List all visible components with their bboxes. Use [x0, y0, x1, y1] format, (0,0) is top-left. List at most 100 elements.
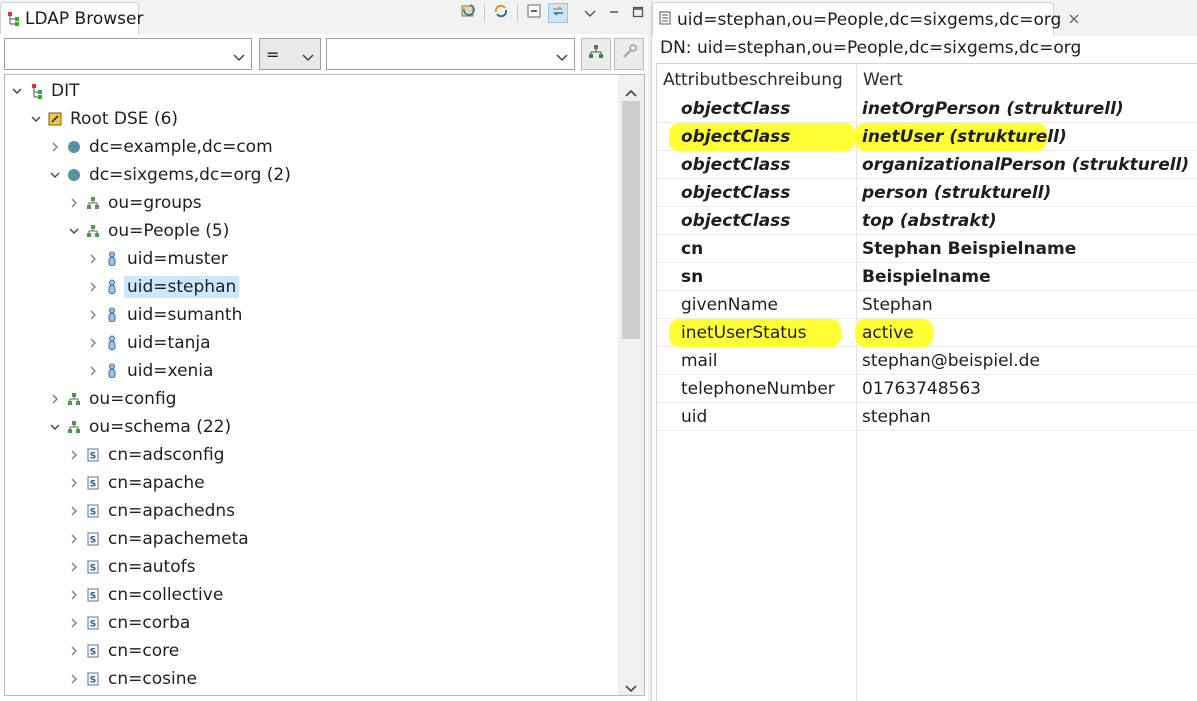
attribute-row[interactable]: objectClass inetUser (strukturell): [657, 123, 1197, 151]
scroll-up-icon[interactable]: [625, 83, 637, 97]
tree-node[interactable]: DIT: [11, 77, 83, 105]
attribute-row[interactable]: telephoneNumber 01763748563: [657, 375, 1197, 403]
attribute-value: organizationalPerson (strukturell): [862, 155, 1190, 175]
tree-node[interactable]: uid=sumanth: [87, 301, 245, 329]
chevron-right-icon[interactable]: [68, 617, 80, 629]
refresh-button[interactable]: [458, 3, 478, 23]
tree-node[interactable]: Scn=adsconfig: [68, 441, 227, 469]
chevron-right-icon[interactable]: [87, 365, 99, 377]
chevron-down-icon: [302, 48, 314, 62]
chevron-down-icon[interactable]: [49, 169, 61, 181]
maximize-button[interactable]: [628, 3, 648, 23]
tree-node[interactable]: uid=stephan: [87, 273, 240, 301]
attribute-value: 01763748563: [862, 379, 981, 399]
chevron-right-icon[interactable]: [68, 533, 80, 545]
tree-node[interactable]: Root DSE (6): [30, 105, 181, 133]
tree-node[interactable]: Scn=autofs: [68, 553, 198, 581]
org-unit-icon: [86, 195, 100, 211]
chevron-right-icon[interactable]: [49, 393, 61, 405]
chevron-right-icon[interactable]: [68, 589, 80, 601]
link-button[interactable]: [548, 3, 568, 23]
link-with-editor-button[interactable]: [491, 3, 511, 23]
tree-node-label: cn=adsconfig: [108, 445, 225, 465]
tree-node[interactable]: Scn=apache: [68, 469, 208, 497]
view-menu-button[interactable]: [580, 3, 600, 23]
minimize-button[interactable]: [604, 3, 624, 23]
filter-tree-button[interactable]: [581, 38, 611, 70]
chevron-down-icon[interactable]: [11, 85, 23, 97]
chevron-right-icon[interactable]: [87, 281, 99, 293]
tree-node[interactable]: Scn=collective: [68, 581, 226, 609]
attribute-row[interactable]: mail stephan@beispiel.de: [657, 347, 1197, 375]
chevron-right-icon[interactable]: [87, 337, 99, 349]
tree-node[interactable]: Scn=core: [68, 637, 182, 665]
entry-editor-view: uid=stephan,ou=People,dc=sixgems,dc=org …: [651, 0, 1197, 701]
scroll-down-icon[interactable]: [625, 679, 637, 693]
attribute-value: Beispielname: [862, 267, 991, 287]
tree-node[interactable]: Scn=corba: [68, 609, 193, 637]
scrollbar-thumb[interactable]: [622, 101, 640, 339]
chevron-down-icon[interactable]: [68, 225, 80, 237]
attribute-value: stephan@beispiel.de: [862, 351, 1040, 371]
root-dse-icon: [48, 111, 62, 127]
attribute-row[interactable]: sn Beispielname: [657, 263, 1197, 291]
attribute-row[interactable]: uid stephan: [657, 403, 1197, 431]
attribute-row[interactable]: objectClass top (abstrakt): [657, 207, 1197, 235]
chevron-right-icon[interactable]: [49, 141, 61, 153]
tree-node[interactable]: Scn=cosine: [68, 665, 200, 693]
chevron-right-icon[interactable]: [68, 449, 80, 461]
tree-vertical-scrollbar[interactable]: [618, 75, 644, 695]
svg-text:S: S: [90, 536, 96, 546]
attribute-name: objectClass: [681, 99, 791, 119]
tree-node[interactable]: uid=tanja: [87, 329, 214, 357]
tree-node[interactable]: uid=muster: [87, 245, 231, 273]
attribute-row[interactable]: givenName Stephan: [657, 291, 1197, 319]
attribute-row[interactable]: inetUserStatus active: [657, 319, 1197, 347]
tree-node[interactable]: uid=xenia: [87, 357, 216, 385]
attribute-row[interactable]: objectClass organizationalPerson (struktu…: [657, 151, 1197, 179]
attribute-row[interactable]: cn Stephan Beispielname: [657, 235, 1197, 263]
tree-node[interactable]: ou=schema (22): [49, 413, 234, 441]
ldap-browser-tab[interactable]: LDAP Browser: [0, 2, 143, 34]
close-icon[interactable]: [1069, 12, 1079, 28]
tree-node[interactable]: dc=sixgems,dc=org (2): [49, 161, 294, 189]
tree-node[interactable]: dc=example,dc=com: [49, 133, 276, 161]
schema-icon: S: [86, 559, 100, 575]
tree-node[interactable]: ou=groups: [68, 189, 205, 217]
filter-operator-combo[interactable]: =: [259, 38, 321, 70]
column-header-value[interactable]: Wert: [863, 70, 903, 90]
tree-node[interactable]: Scn=apachemeta: [68, 525, 252, 553]
chevron-down-icon[interactable]: [49, 421, 61, 433]
clear-filter-button[interactable]: [614, 38, 644, 70]
entry-editor-tab[interactable]: uid=stephan,ou=People,dc=sixgems,dc=org: [652, 2, 1079, 36]
filter-attribute-combo[interactable]: [4, 38, 252, 70]
chevron-right-icon[interactable]: [87, 309, 99, 321]
chevron-right-icon[interactable]: [68, 477, 80, 489]
chevron-right-icon[interactable]: [68, 505, 80, 517]
chevron-right-icon[interactable]: [68, 197, 80, 209]
directory-tree[interactable]: DIT Root DSE (6) dc=example,dc=com dc=sixge…: [4, 74, 645, 696]
view-tab-bar: LDAP Browser: [0, 0, 648, 34]
attribute-row[interactable]: objectClass inetOrgPerson (strukturell): [657, 95, 1197, 123]
chevron-right-icon[interactable]: [68, 561, 80, 573]
chevron-right-icon[interactable]: [68, 645, 80, 657]
attribute-name: inetUserStatus: [681, 323, 807, 343]
tree-node-label: uid=stephan: [124, 276, 240, 298]
tree-node[interactable]: ou=config: [49, 385, 179, 413]
tree-filter-icon: [587, 43, 605, 65]
svg-text:S: S: [90, 592, 96, 602]
attribute-row[interactable]: objectClass person (strukturell): [657, 179, 1197, 207]
chevron-down-icon[interactable]: [30, 113, 42, 125]
org-unit-icon: [67, 419, 81, 435]
chevron-right-icon[interactable]: [87, 253, 99, 265]
refresh-icon: [460, 3, 476, 23]
schema-icon: S: [86, 671, 100, 687]
tree-node[interactable]: Scn=apachedns: [68, 497, 238, 525]
filter-value-combo[interactable]: [326, 38, 575, 70]
link-with-editor-icon: [493, 3, 509, 23]
tree-node[interactable]: ou=People (5): [68, 217, 232, 245]
chevron-right-icon[interactable]: [68, 673, 80, 685]
column-header-attribute[interactable]: Attributbeschreibung: [663, 70, 843, 90]
collapse-all-button[interactable]: [524, 3, 544, 23]
person-icon: [105, 307, 119, 323]
